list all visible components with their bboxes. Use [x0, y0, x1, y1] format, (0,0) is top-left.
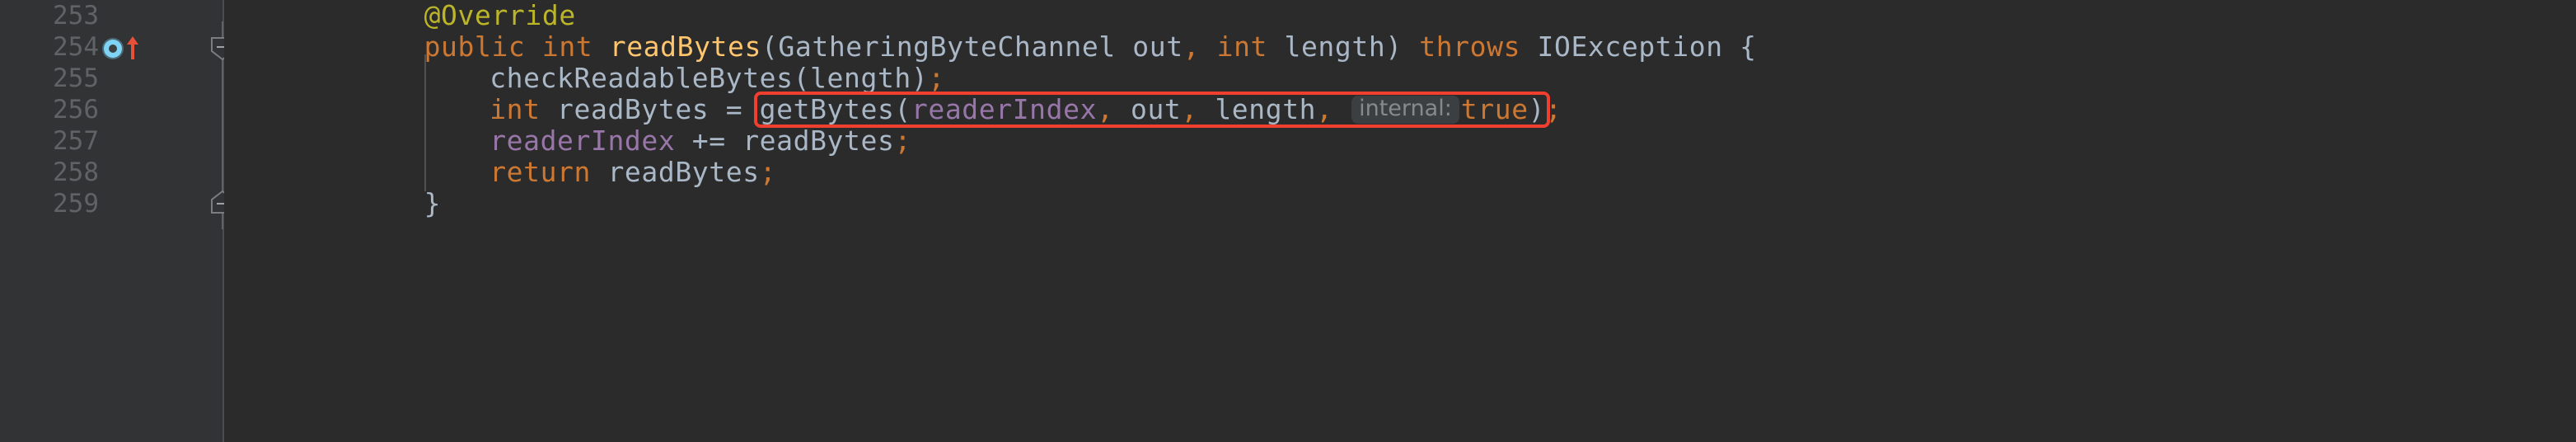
token-method: readBytes	[609, 31, 761, 63]
token-comma: ,	[1097, 93, 1114, 125]
token-plain: (GatheringByteChannel out	[761, 31, 1183, 63]
gutter-marker-group-line-254[interactable]	[104, 31, 186, 63]
override-method-icon[interactable]	[104, 40, 122, 58]
token-plain: )	[1528, 93, 1546, 125]
code-line-257[interactable]: readerIndex += readBytes;	[489, 125, 911, 157]
token-field: readerIndex	[489, 125, 676, 157]
token-plain: readBytes	[540, 93, 726, 125]
code-line-259[interactable]: }	[424, 188, 441, 219]
token-semi: ;	[759, 156, 777, 188]
code-line-256[interactable]: int readBytes = getBytes(readerIndex, ou…	[489, 94, 1562, 125]
token-field: readerIndex	[911, 93, 1098, 125]
code-editor[interactable]: 253 254 255 256 257 258 259 @Override public in…	[0, 0, 2576, 442]
token-kw: true	[1460, 93, 1529, 125]
token-kw: int	[1216, 31, 1268, 63]
indent-guide-method-body	[424, 54, 426, 191]
line-number-256[interactable]: 256	[0, 94, 99, 125]
token-semi: ;	[928, 62, 945, 94]
line-number-255[interactable]: 255	[0, 63, 99, 94]
token-plain: length	[1197, 93, 1317, 125]
code-line-254[interactable]: public int readBytes(GatheringByteChanne…	[424, 31, 1757, 63]
token-kw: int	[541, 31, 593, 63]
token-anno: @Override	[424, 0, 576, 31]
token-kw: public	[424, 31, 526, 63]
token-comma: ,	[1183, 31, 1201, 63]
token-semi: ;	[1545, 93, 1562, 125]
token-plain: readBytes	[591, 156, 760, 188]
arrow-up-icon[interactable]	[126, 35, 139, 60]
token-plain: }	[424, 187, 442, 219]
token-plain: length)	[1267, 31, 1403, 63]
line-number-257[interactable]: 257	[0, 125, 99, 157]
token-plain: out	[1113, 93, 1182, 125]
inlay-hint-parameter-name[interactable]: internal:	[1351, 96, 1459, 124]
code-line-253[interactable]: @Override	[424, 0, 576, 31]
code-line-255[interactable]: checkReadableBytes(length);	[489, 63, 945, 94]
line-number-254[interactable]: 254	[0, 31, 99, 63]
token-kw: throws	[1419, 31, 1521, 63]
token-plain: IOException {	[1520, 31, 1757, 63]
token-kw: return	[489, 156, 591, 188]
line-number-259[interactable]: 259	[0, 188, 99, 219]
code-content-area[interactable]: @Override public int readBytes(GatheringB…	[224, 0, 2576, 442]
code-line-258[interactable]: return readBytes;	[489, 157, 776, 188]
token-kw: int	[489, 93, 541, 125]
token-plain: checkReadableBytes(length)	[489, 62, 929, 94]
token-comma: ,	[1316, 93, 1333, 125]
token-comma: ,	[1181, 93, 1198, 125]
line-number-253[interactable]: 253	[0, 0, 99, 31]
token-plain: =	[725, 93, 743, 125]
token-plain: getBytes(	[742, 93, 911, 125]
line-number-258[interactable]: 258	[0, 157, 99, 188]
token-plain: += readBytes	[675, 125, 895, 157]
token-semi: ;	[894, 125, 911, 157]
